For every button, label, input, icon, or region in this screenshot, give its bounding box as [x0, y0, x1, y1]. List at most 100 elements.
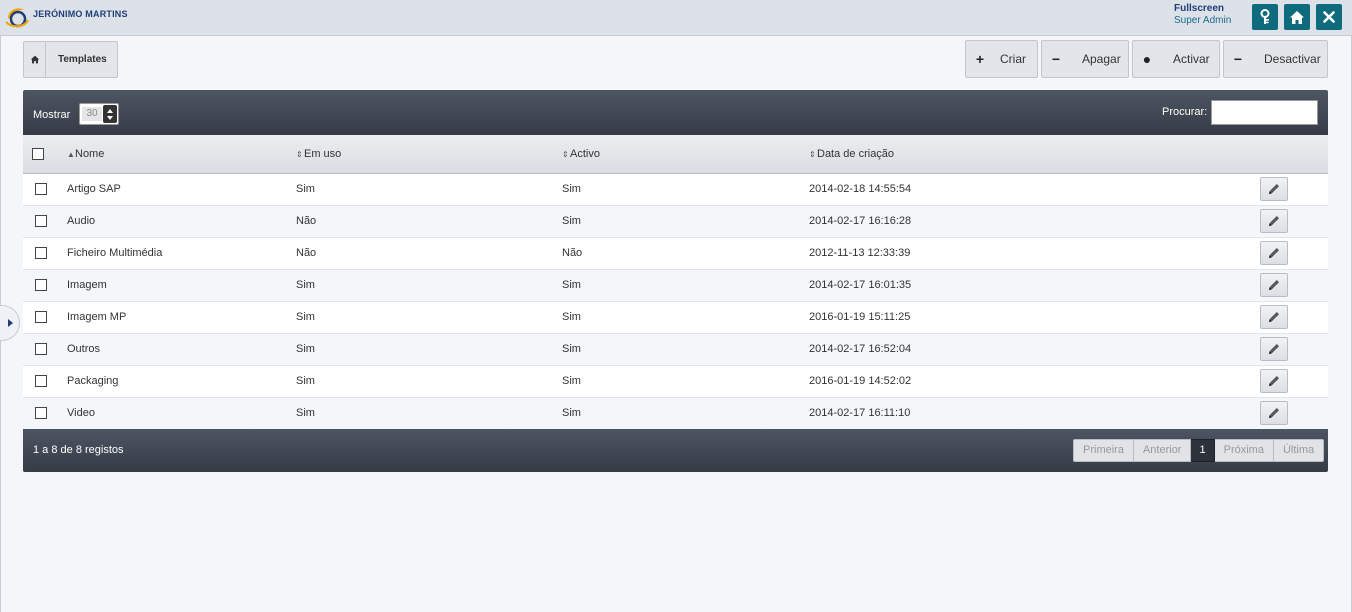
cell-created: 2014-02-17 16:01:35 [809, 269, 1260, 302]
close-button[interactable] [1316, 4, 1342, 30]
edit-button[interactable] [1260, 305, 1288, 329]
deactivate-label: Desactivar [1264, 52, 1321, 66]
home-button[interactable] [1284, 4, 1310, 30]
table-footer: 1 a 8 de 8 registos Primeira Anterior 1 … [23, 429, 1328, 472]
pager-first[interactable]: Primeira [1073, 439, 1134, 462]
column-header-in-use[interactable]: ⇕Em uso [296, 135, 562, 174]
edit-button[interactable] [1260, 369, 1288, 393]
cell-in-use: Sim [296, 365, 562, 398]
stepper-arrows[interactable] [103, 105, 117, 123]
delete-label: Apagar [1082, 52, 1121, 66]
cell-name: Imagem [67, 269, 296, 302]
edit-button[interactable] [1260, 209, 1288, 233]
cell-actions [1260, 365, 1328, 398]
breadcrumb-home[interactable] [24, 42, 46, 77]
cell-active: Sim [562, 397, 809, 430]
cell-created: 2014-02-17 16:16:28 [809, 205, 1260, 238]
page-size-stepper[interactable]: 30 [79, 103, 119, 125]
create-button[interactable]: + Criar [965, 40, 1038, 78]
row-checkbox[interactable] [35, 215, 47, 228]
arrow-up-icon[interactable] [107, 108, 113, 113]
dot-icon: ● [1142, 51, 1152, 67]
row-checkbox[interactable] [35, 183, 47, 196]
edit-button[interactable] [1260, 177, 1288, 201]
key-icon [1260, 9, 1270, 24]
sort-icon: ⇕ [562, 149, 569, 159]
column-header-name[interactable]: ▲Nome [67, 135, 296, 174]
row-select-cell [23, 301, 67, 334]
row-checkbox[interactable] [35, 247, 47, 260]
cell-in-use: Sim [296, 397, 562, 430]
edit-button[interactable] [1260, 241, 1288, 265]
pager-current[interactable]: 1 [1191, 439, 1215, 462]
minus-icon: − [1051, 51, 1061, 67]
edit-button[interactable] [1260, 401, 1288, 425]
pager-last[interactable]: Última [1273, 439, 1325, 462]
edit-button[interactable] [1260, 337, 1288, 361]
deactivate-button[interactable]: − Desactivar [1223, 40, 1328, 78]
table-row[interactable]: Imagem MP Sim Sim 2016-01-19 15:11:25 [23, 301, 1328, 334]
close-icon [1323, 11, 1335, 23]
table-row[interactable]: Video Sim Sim 2014-02-17 16:11:10 [23, 397, 1328, 430]
column-header-label: Nome [75, 147, 105, 160]
cell-in-use: Não [296, 237, 562, 270]
sort-icon: ⇕ [296, 149, 303, 159]
row-checkbox[interactable] [35, 343, 47, 356]
search-label: Procurar: [1162, 106, 1208, 118]
brand-name: JERÓNIMO MARTINS [33, 9, 128, 19]
key-button[interactable] [1252, 4, 1278, 30]
column-header-active[interactable]: ⇕Activo [562, 135, 809, 174]
fullscreen-label[interactable]: Fullscreen [1174, 3, 1231, 15]
pencil-icon [1269, 184, 1279, 194]
page-size-label: Mostrar [33, 109, 71, 121]
company-logo[interactable]: JERÓNIMO MARTINS [4, 4, 128, 30]
table-row[interactable]: Outros Sim Sim 2014-02-17 16:52:04 [23, 333, 1328, 366]
sidebar-toggle[interactable] [0, 305, 20, 341]
cell-in-use: Sim [296, 301, 562, 334]
table-row[interactable]: Audio Não Sim 2014-02-17 16:16:28 [23, 205, 1328, 238]
cell-in-use: Não [296, 205, 562, 238]
breadcrumb: Templates [23, 41, 118, 78]
pager-next[interactable]: Próxima [1214, 439, 1274, 462]
pagination: Primeira Anterior 1 Próxima Última [1073, 439, 1325, 462]
row-checkbox[interactable] [35, 311, 47, 324]
table-row[interactable]: Artigo SAP Sim Sim 2014-02-18 14:55:54 [23, 173, 1328, 206]
column-header-created[interactable]: ⇕Data de criação [809, 135, 1260, 174]
table-row[interactable]: Ficheiro Multimédia Não Não 2012-11-13 12:3… [23, 237, 1328, 270]
row-select-cell [23, 237, 67, 270]
cell-active: Sim [562, 333, 809, 366]
templates-table: ▲Nome ⇕Em uso ⇕Activo ⇕Data de criação A… [23, 135, 1328, 430]
cell-actions [1260, 237, 1328, 270]
row-checkbox[interactable] [35, 279, 47, 292]
activate-button[interactable]: ● Activar [1132, 40, 1220, 78]
row-checkbox[interactable] [35, 375, 47, 388]
pencil-icon [1269, 216, 1279, 226]
record-count: 1 a 8 de 8 registos [33, 444, 124, 456]
pencil-icon [1269, 312, 1279, 322]
cell-name: Video [67, 397, 296, 430]
table-row[interactable]: Imagem Sim Sim 2014-02-17 16:01:35 [23, 269, 1328, 302]
user-role: Super Admin [1174, 15, 1232, 26]
row-checkbox[interactable] [35, 407, 47, 420]
search-input[interactable] [1211, 100, 1318, 125]
activate-label: Activar [1173, 52, 1210, 66]
table-row[interactable]: Packaging Sim Sim 2016-01-19 14:52:02 [23, 365, 1328, 398]
table-body: Artigo SAP Sim Sim 2014-02-18 14:55:54 Audio… [23, 173, 1328, 430]
pager-previous[interactable]: Anterior [1133, 439, 1192, 462]
edit-button[interactable] [1260, 273, 1288, 297]
pencil-icon [1269, 280, 1279, 290]
cell-active: Não [562, 237, 809, 270]
select-all-checkbox[interactable] [32, 147, 44, 160]
row-select-cell [23, 205, 67, 238]
arrow-down-icon[interactable] [107, 115, 113, 120]
user-info: Fullscreen Super Admin [1174, 3, 1231, 27]
select-all-cell [23, 135, 67, 174]
plus-icon: + [975, 51, 985, 67]
cell-actions [1260, 269, 1328, 302]
delete-button[interactable]: − Apagar [1041, 40, 1129, 78]
home-icon [1290, 10, 1304, 24]
page-size-value[interactable]: 30 [82, 107, 102, 121]
cell-actions [1260, 301, 1328, 334]
column-header-actions [1260, 135, 1328, 174]
cell-created: 2012-11-13 12:33:39 [809, 237, 1260, 270]
